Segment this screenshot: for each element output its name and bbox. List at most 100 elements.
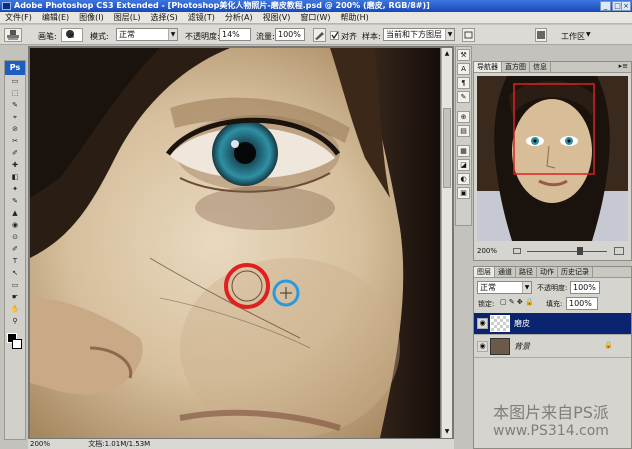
menu-layer[interactable]: 图层(L) [109,12,146,24]
menu-window[interactable]: 窗口(W) [295,12,335,24]
window-title: Adobe Photoshop CS3 Extended - [Photosho… [14,1,430,10]
scroll-down-icon[interactable]: ▼ [443,428,451,436]
tool-button-20[interactable]: ⚲ [6,316,24,327]
mode-select[interactable]: 正常 ▼ [116,28,178,41]
menu-select[interactable]: 选择(S) [145,12,182,24]
layer-opacity-label: 不透明度: [537,284,568,292]
tool-button-6[interactable]: ✐ [6,148,24,159]
tool-button-4[interactable]: ⊘ [6,124,24,135]
scroll-thumb[interactable] [443,108,451,188]
tab-layers[interactable]: 图层 [474,267,495,277]
tab-channels[interactable]: 通道 [495,267,516,277]
tool-button-1[interactable]: ⬚ [6,88,24,99]
tab-paths[interactable]: 路径 [516,267,537,277]
scroll-up-icon[interactable]: ▲ [443,50,451,58]
palette-well-button[interactable] [535,28,547,42]
sample-select[interactable]: 当前和下方图层 ▼ [383,28,455,41]
tool-button-13[interactable]: ⊙ [6,232,24,243]
clone-stamp-icon [7,30,19,40]
fill-field[interactable]: 100% [566,297,598,310]
zoom-out-icon[interactable] [513,248,521,254]
adjustments-icon[interactable]: ◐ [457,173,470,185]
options-bar: 画笔: 26 模式: 正常 ▼ 不透明度: 14% 流量: 100% 对齐 样本… [0,25,632,45]
tool-button-11[interactable]: ▲ [6,208,24,219]
tool-button-10[interactable]: ✎ [6,196,24,207]
tool-button-7[interactable]: ✚ [6,160,24,171]
flow-field[interactable]: 100% [275,28,305,41]
document-canvas[interactable] [30,48,440,438]
chevron-down-icon[interactable]: ▼ [586,31,591,38]
tab-navigator[interactable]: 导航器 [474,62,502,72]
menu-image[interactable]: 图像(I) [74,12,109,24]
swatches-icon[interactable]: ▦ [457,145,470,157]
tool-button-17[interactable]: ▭ [6,280,24,291]
paragraph-icon[interactable]: ¶ [457,77,470,89]
tool-preset-button[interactable] [4,28,22,42]
brushes-icon[interactable]: ✎ [457,91,470,103]
tool-button-0[interactable]: ▭ [6,76,24,87]
layer-row-background[interactable]: ◉ 背景 🔒 [474,336,631,358]
sample-all-layers-toggle[interactable] [462,28,475,42]
blend-mode-select[interactable]: 正常 ▼ [477,281,532,294]
tab-info[interactable]: 信息 [530,62,551,72]
photoshop-logo[interactable]: Ps [5,61,25,75]
navigator-tabs: 导航器 直方图 信息 ▸≡ [474,62,631,73]
layer-comps-icon[interactable]: ▤ [457,125,470,137]
workspace-label[interactable]: 工作区 [561,31,585,42]
document-info[interactable]: 文档:1.01M/1.53M [52,440,150,448]
title-bar: Adobe Photoshop CS3 Extended - [Photosho… [0,0,632,12]
clone-source-icon[interactable]: ⊕ [457,111,470,123]
styles-icon[interactable]: ◪ [457,159,470,171]
lock-icons[interactable]: ▢ ✎ ✥ 🔒 [500,298,534,306]
airbrush-toggle[interactable] [313,28,326,42]
tool-button-15[interactable]: T [6,256,24,267]
layer-name: 背景 [514,342,530,351]
menu-filter[interactable]: 滤镜(T) [183,12,220,24]
eye-icon[interactable]: ◉ [477,341,488,352]
tool-button-18[interactable]: ☛ [6,292,24,303]
character-icon[interactable]: A [457,63,470,75]
tab-histogram[interactable]: 直方图 [502,62,530,72]
background-color-swatch[interactable] [12,339,22,349]
tool-button-5[interactable]: ✂ [6,136,24,147]
tool-button-3[interactable]: ⌖ [6,112,24,123]
layer-opacity-value: 100% [573,283,596,292]
zoom-slider-thumb[interactable] [577,247,583,255]
vertical-scrollbar[interactable]: ▲ ▼ [441,48,452,438]
portrait-image [30,48,440,438]
opacity-field[interactable]: 14% [219,28,251,41]
tab-history[interactable]: 历史记录 [558,267,593,277]
zoom-in-icon[interactable] [614,247,624,255]
tool-button-2[interactable]: ✎ [6,100,24,111]
brush-picker[interactable]: 26 [61,28,83,42]
tool-button-9[interactable]: ✦ [6,184,24,195]
airbrush-icon [315,32,324,40]
tool-presets-icon[interactable]: ⚒ [457,49,470,61]
navigator-thumbnail[interactable] [477,76,628,241]
tool-button-14[interactable]: ✐ [6,244,24,255]
tool-button-16[interactable]: ↖ [6,268,24,279]
menu-help[interactable]: 帮助(H) [336,12,374,24]
layer-row-moupi[interactable]: ◉ 磨皮 [474,313,631,335]
align-checkbox[interactable] [330,31,339,40]
menu-edit[interactable]: 编辑(E) [37,12,74,24]
menu-view[interactable]: 视图(V) [258,12,296,24]
tool-button-8[interactable]: ◧ [6,172,24,183]
opacity-label: 不透明度: [185,32,220,41]
navigator-zoom-value[interactable]: 200% [477,247,497,255]
panel-menu-icon[interactable]: ▸≡ [619,62,628,70]
tool-button-19[interactable]: ✋ [6,304,24,315]
minimize-button[interactable]: _ [600,1,611,11]
masks-icon[interactable]: ▣ [457,187,470,199]
sample-value: 当前和下方图层 [386,30,442,39]
tab-actions[interactable]: 动作 [537,267,558,277]
menu-file[interactable]: 文件(F) [0,12,37,24]
layer-opacity-field[interactable]: 100% [570,281,600,294]
eye-icon[interactable]: ◉ [477,318,488,329]
close-button[interactable]: × [621,1,631,11]
zoom-slider[interactable] [527,251,607,252]
watermark: 本图片来自PS派 www.PS314.com [470,403,632,449]
zoom-level[interactable]: 200% [28,440,50,448]
tool-button-12[interactable]: ◉ [6,220,24,231]
menu-analysis[interactable]: 分析(A) [220,12,258,24]
